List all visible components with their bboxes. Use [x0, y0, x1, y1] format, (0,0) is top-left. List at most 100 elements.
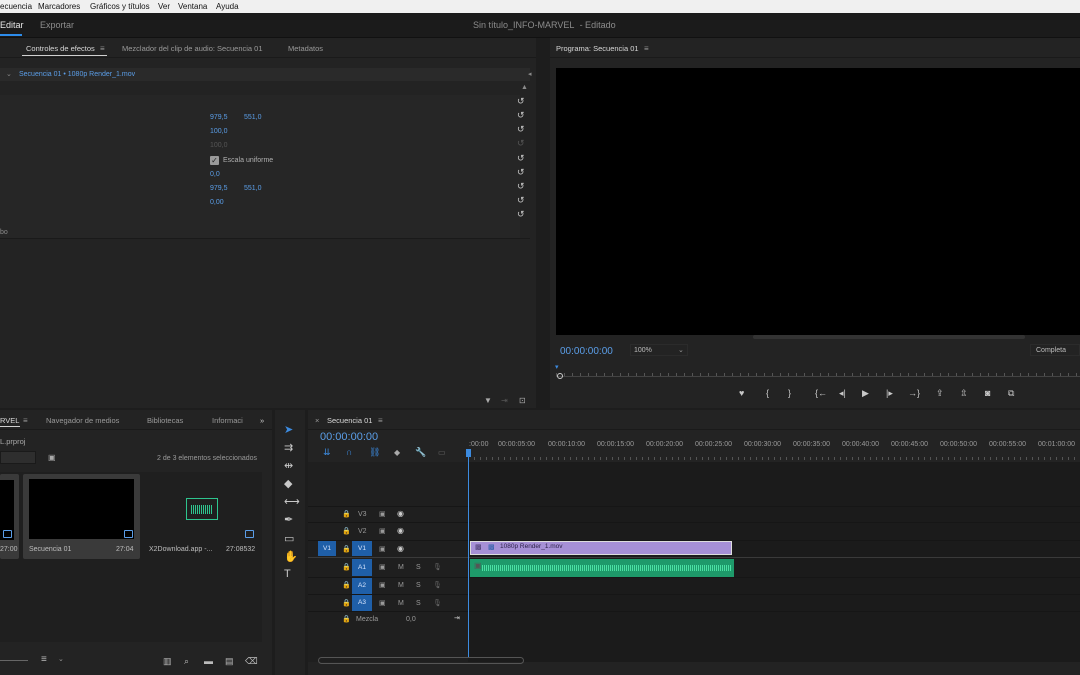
snap-icon[interactable]: ∩ — [346, 447, 352, 457]
linked-selection-icon[interactable]: ⛓ — [369, 447, 380, 458]
program-monitor-title[interactable]: Programa: Secuencia 01 — [556, 44, 639, 53]
workspace-edit-tab[interactable]: Editar — [0, 20, 24, 30]
track-select-tool-icon[interactable]: ⇉ — [284, 441, 293, 454]
menu-ayuda[interactable]: Ayuda — [216, 2, 239, 11]
find-icon[interactable]: ⌕ — [184, 656, 189, 667]
clip-path-label[interactable]: Secuencia 01 • 1080p Render_1.mov — [19, 71, 135, 78]
audio-clip[interactable] — [470, 559, 734, 577]
timeline-timecode[interactable]: 00:00:00:00 — [320, 431, 378, 443]
sync-lock-icon[interactable]: ▣ — [379, 510, 386, 518]
menu-ver[interactable]: Ver — [158, 2, 170, 11]
eye-icon[interactable]: ◉ — [397, 509, 404, 518]
solo-button[interactable]: S — [416, 582, 421, 589]
mark-in-icon[interactable]: { — [766, 388, 769, 398]
sync-lock-icon[interactable]: ▣ — [379, 563, 386, 571]
panel-menu-icon[interactable]: ≡ — [644, 44, 649, 53]
chevron-down-icon[interactable]: ⌄ — [58, 655, 64, 663]
folder-icon[interactable]: ▣ — [48, 453, 56, 462]
mute-button[interactable]: M — [398, 582, 404, 589]
microphone-icon[interactable]: 🎙 — [433, 581, 442, 589]
tab-project[interactable]: RVEL — [0, 416, 19, 425]
program-time-ruler[interactable] — [556, 369, 1080, 377]
ripple-edit-tool-icon[interactable]: ⇹ — [284, 459, 293, 472]
solo-button[interactable]: S — [416, 600, 421, 607]
microphone-icon[interactable]: 🎙 — [433, 563, 442, 571]
lock-icon[interactable]: 🔒 — [342, 615, 351, 623]
source-patch-v1[interactable]: V1 — [318, 541, 336, 556]
lock-icon[interactable]: 🔒 — [342, 599, 351, 607]
tab-media-browser[interactable]: Navegador de medios — [46, 416, 119, 425]
go-to-end-icon[interactable]: ⇥ — [454, 614, 460, 622]
overflow-tabs-icon[interactable]: » — [260, 416, 264, 425]
chevron-down-icon[interactable]: ⌄ — [6, 70, 12, 78]
scroll-up-icon[interactable]: ▲ — [521, 84, 528, 91]
scale-value[interactable]: 100,0 — [210, 128, 228, 135]
playhead-marker-icon[interactable]: ▾ — [555, 363, 559, 371]
reset-icon[interactable]: ↺ — [517, 110, 525, 121]
menu-marcadores[interactable]: Marcadores — [38, 2, 80, 11]
sync-lock-icon[interactable]: ▣ — [379, 599, 386, 607]
captions-icon[interactable]: ▭ — [438, 448, 446, 457]
mix-volume-value[interactable]: 0,0 — [406, 616, 416, 623]
reset-icon[interactable]: ↺ — [517, 209, 525, 220]
lock-icon[interactable]: 🔒 — [342, 510, 351, 518]
type-tool-icon[interactable]: T — [284, 568, 291, 580]
reset-icon[interactable]: ↺ — [517, 167, 525, 178]
play-icon[interactable]: ▶ — [862, 388, 869, 399]
reset-icon[interactable]: ↺ — [517, 181, 525, 192]
pen-tool-icon[interactable]: ✒ — [284, 513, 293, 526]
anchor-x-value[interactable]: 979,5 — [210, 185, 228, 192]
clip-only-icon[interactable]: ⊡ — [519, 396, 526, 405]
menu-ventana[interactable]: Ventana — [178, 2, 207, 11]
filter-icon[interactable]: ▼ — [484, 396, 492, 405]
playhead-handle[interactable] — [466, 449, 471, 457]
resolution-select[interactable]: Completa — [1030, 344, 1080, 356]
lock-icon[interactable]: 🔒 — [342, 545, 351, 553]
go-to-out-icon[interactable]: →} — [908, 388, 920, 398]
wrench-icon[interactable]: 🔧 — [415, 447, 426, 458]
position-y-value[interactable]: 551,0 — [244, 114, 262, 121]
reset-icon[interactable]: ↺ — [517, 153, 525, 164]
uniform-scale-checkbox[interactable]: ✓ — [210, 156, 219, 165]
mute-button[interactable]: M — [398, 600, 404, 607]
trash-icon[interactable]: ⌫ — [245, 656, 258, 667]
razor-tool-icon[interactable]: ◆ — [284, 477, 292, 490]
new-item-icon[interactable]: ▤ — [225, 656, 234, 667]
panel-menu-icon[interactable]: ≡ — [378, 416, 383, 425]
panel-menu-icon[interactable]: ≡ — [100, 44, 105, 53]
zoom-slider[interactable] — [0, 660, 28, 661]
go-to-in-icon[interactable]: {← — [815, 388, 827, 398]
step-back-icon[interactable]: ◂| — [839, 388, 846, 399]
tab-libraries[interactable]: Bibliotecas — [147, 416, 183, 425]
audio-waveform-icon[interactable] — [186, 498, 218, 520]
mark-out-icon[interactable]: } — [788, 388, 791, 398]
add-marker-icon[interactable]: ♥ — [739, 388, 744, 398]
close-icon[interactable]: × — [315, 416, 319, 425]
chevron-down-icon[interactable]: ⌄ — [678, 346, 684, 354]
lift-icon[interactable]: ⇪ — [936, 388, 944, 399]
tab-info[interactable]: Informaci — [212, 416, 243, 425]
monitor-scrollbar[interactable] — [753, 335, 1025, 339]
track-target-a1[interactable]: A1 — [352, 559, 372, 576]
add-marker-icon[interactable]: ◆ — [394, 448, 400, 457]
timeline-zoom-scrollbar[interactable] — [318, 657, 524, 664]
sync-lock-icon[interactable]: ▣ — [379, 527, 386, 535]
timeline-ruler[interactable] — [468, 450, 1080, 460]
hand-tool-icon[interactable]: ✋ — [284, 550, 298, 563]
menu-graficos[interactable]: Gráficos y títulos — [90, 2, 150, 11]
camera-icon[interactable]: ◙ — [985, 388, 990, 398]
playhead-handle[interactable] — [557, 373, 563, 379]
collapse-arrow-icon[interactable]: ◂ — [528, 70, 532, 78]
step-forward-icon[interactable]: |▸ — [886, 388, 893, 399]
rectangle-tool-icon[interactable]: ▭ — [284, 532, 294, 545]
eye-icon[interactable]: ◉ — [397, 526, 404, 535]
reset-icon[interactable]: ↺ — [517, 124, 525, 135]
lock-icon[interactable]: 🔒 — [342, 527, 351, 535]
track-target-v1[interactable]: V1 — [352, 541, 372, 556]
panel-menu-icon[interactable]: ≡ — [23, 416, 28, 425]
reset-icon[interactable]: ↺ — [517, 195, 525, 206]
tab-audio-clip-mixer[interactable]: Mezclador del clip de audio: Secuencia 0… — [122, 44, 263, 53]
tab-metadata[interactable]: Metadatos — [288, 44, 323, 53]
workspace-export-tab[interactable]: Exportar — [40, 20, 74, 30]
new-bin-icon[interactable]: ▬ — [204, 656, 213, 666]
